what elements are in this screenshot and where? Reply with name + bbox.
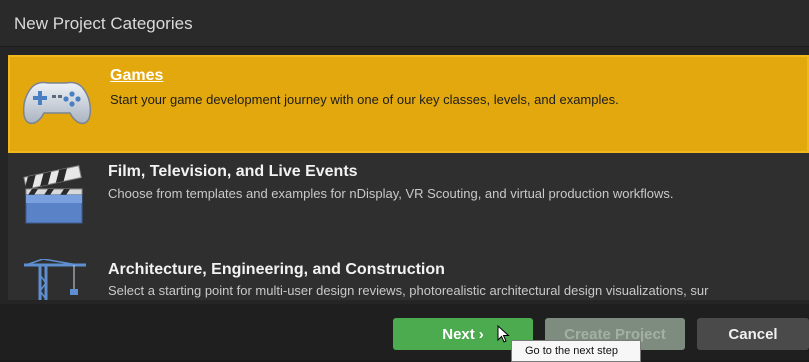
gamepad-icon bbox=[22, 81, 92, 125]
category-title: Architecture, Engineering, and Construct… bbox=[108, 261, 445, 278]
category-film-tv-live-events[interactable]: Film, Television, and Live Events Choose… bbox=[8, 153, 809, 251]
new-project-window: New Project Categories Games Start your … bbox=[0, 0, 809, 362]
category-games[interactable]: Games Start your game development journe… bbox=[8, 55, 809, 153]
category-description: Start your game development journey with… bbox=[110, 92, 619, 107]
category-description: Select a starting point for multi-user d… bbox=[108, 283, 709, 298]
mouse-cursor-icon bbox=[497, 325, 510, 343]
category-title: Games bbox=[110, 67, 164, 84]
title-bar: New Project Categories bbox=[0, 0, 809, 47]
tooltip: Go to the next step bbox=[511, 340, 641, 362]
category-list[interactable]: Games Start your game development journe… bbox=[8, 55, 809, 300]
crane-icon bbox=[24, 259, 86, 300]
category-description: Choose from templates and examples for n… bbox=[108, 186, 674, 201]
clapperboard-icon bbox=[23, 165, 83, 224]
cancel-button[interactable]: Cancel bbox=[697, 318, 809, 350]
cancel-button-label: Cancel bbox=[728, 325, 778, 343]
dialog-footer: Next › Create Project Cancel bbox=[0, 304, 809, 360]
category-title: Film, Television, and Live Events bbox=[108, 163, 358, 180]
window-title: New Project Categories bbox=[14, 14, 193, 33]
category-architecture-engineering-construction[interactable]: Architecture, Engineering, and Construct… bbox=[8, 251, 809, 300]
next-button-label: Next bbox=[442, 325, 475, 343]
chevron-right-icon: › bbox=[478, 325, 484, 343]
